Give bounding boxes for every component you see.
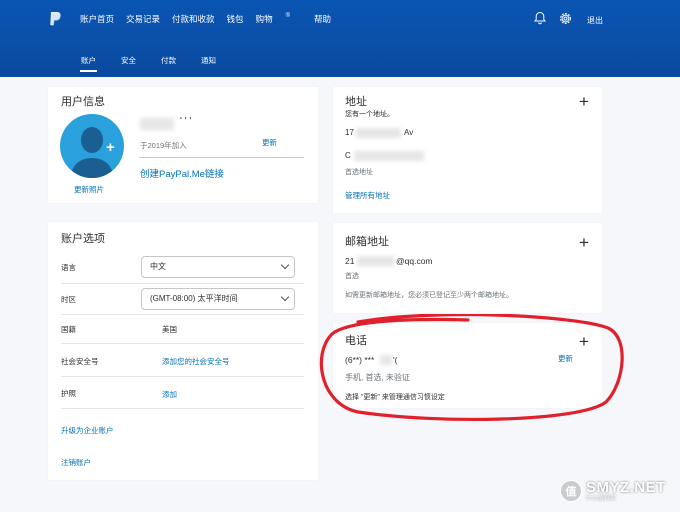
language-select[interactable]: 中文 [141, 256, 295, 278]
active-tab-indicator [80, 70, 97, 72]
email-primary-label: 首选 [345, 273, 359, 280]
nationality-label: 国籍 [61, 325, 76, 334]
watermark-text-group: SMYZ.NET 什么值得买 [586, 480, 666, 502]
options-divider-3 [61, 343, 304, 344]
close-account-link[interactable]: 注销账户 [61, 457, 91, 468]
name-redacted [140, 118, 174, 130]
email-redacted [357, 256, 395, 266]
name-partial: ' ' ' [180, 116, 192, 127]
nav-account-home[interactable]: 账户首页 [80, 13, 114, 25]
logout-link[interactable]: 退出 [587, 15, 603, 26]
language-select-value: 中文 [150, 262, 166, 271]
nationality-value: 美国 [162, 325, 177, 334]
nav-shopping-label: 购物 [255, 14, 273, 24]
chevron-down-icon [280, 260, 290, 270]
address-title: 地址 [345, 96, 367, 108]
add-address-icon[interactable]: + [579, 93, 589, 110]
language-label: 语言 [61, 263, 76, 272]
address-line1-redacted [356, 128, 401, 138]
upgrade-business-link[interactable]: 升级为企业账户 [61, 425, 114, 436]
nav-help[interactable]: 帮助 [314, 13, 331, 25]
email-note: 如需更新邮箱地址，您必须已登记至少两个邮箱地址。 [345, 292, 513, 299]
gear-icon[interactable] [558, 11, 573, 26]
nav-shopping[interactable]: 购物 ® [256, 13, 302, 25]
watermark-logo-char: 值 [565, 486, 577, 498]
timezone-label: 时区 [61, 295, 76, 304]
options-divider-4 [61, 376, 304, 377]
address-line1-end: Av [404, 128, 414, 137]
nav-wallet[interactable]: 钱包 [227, 13, 244, 25]
nav-activity[interactable]: 交易记录 [126, 13, 160, 25]
tab-payments[interactable]: 付款 [161, 55, 176, 66]
timezone-select[interactable]: (GMT-08:00) 太平洋时间 [141, 288, 295, 310]
red-annotation-circle [319, 314, 624, 421]
update-profile-link[interactable]: 更新 [262, 137, 277, 148]
email-title: 邮箱地址 [345, 236, 389, 248]
add-photo-icon[interactable]: + [106, 139, 115, 156]
nav-shopping-badge: ® [285, 13, 290, 19]
bell-icon[interactable] [533, 11, 547, 25]
watermark-logo-icon: 值 [560, 480, 582, 502]
address-line1-start: 17 [345, 128, 354, 137]
sub-nav: 账户 安全 付款 通知 [81, 55, 241, 66]
joined-text: 于2019年加入 [140, 141, 187, 150]
update-photo-link[interactable]: 更新照片 [74, 184, 104, 195]
site-watermark: 值 SMYZ.NET 什么值得买 [560, 480, 666, 502]
watermark-site: SMYZ.NET [586, 479, 666, 496]
ssn-label: 社会安全号 [61, 357, 99, 366]
options-divider-5 [61, 408, 304, 409]
passport-label: 护照 [61, 389, 76, 398]
watermark-sub: 什么值得买 [586, 496, 617, 502]
top-header: 账户首页 交易记录 付款和收款 钱包 购物 ® 帮助 退出 账户 安全 付款 通知 [0, 0, 680, 77]
profile-title: 用户信息 [61, 96, 105, 108]
main-nav: 账户首页 交易记录 付款和收款 钱包 购物 ® 帮助 [80, 13, 343, 25]
email-domain: @qq.com [396, 256, 433, 266]
chevron-down-icon [280, 292, 290, 302]
options-divider-1 [61, 283, 304, 284]
options-divider-2 [61, 314, 304, 315]
address-subtitle: 您有一个地址。 [345, 111, 394, 118]
paypal-logo-icon[interactable] [48, 11, 62, 27]
add-ssn-link[interactable]: 添加您的社会安全号 [162, 356, 230, 367]
address-line2-redacted [354, 151, 424, 161]
account-options-title: 账户选项 [61, 233, 105, 245]
tab-account[interactable]: 账户 [81, 55, 96, 66]
primary-address-label: 首选地址 [345, 169, 373, 176]
address-line2-start: C [345, 151, 351, 160]
manage-addresses-link[interactable]: 管理所有地址 [345, 190, 390, 201]
tab-notifications[interactable]: 通知 [201, 55, 216, 66]
timezone-select-value: (GMT-08:00) 太平洋时间 [150, 294, 238, 303]
add-email-icon[interactable]: + [579, 234, 589, 251]
profile-divider [139, 157, 304, 158]
tab-security[interactable]: 安全 [121, 55, 136, 66]
add-passport-link[interactable]: 添加 [162, 389, 177, 400]
email-prefix: 21 [345, 256, 355, 266]
paypal-me-link[interactable]: 创建PayPal.Me链接 [140, 166, 224, 180]
nav-send-receive[interactable]: 付款和收款 [172, 13, 215, 25]
